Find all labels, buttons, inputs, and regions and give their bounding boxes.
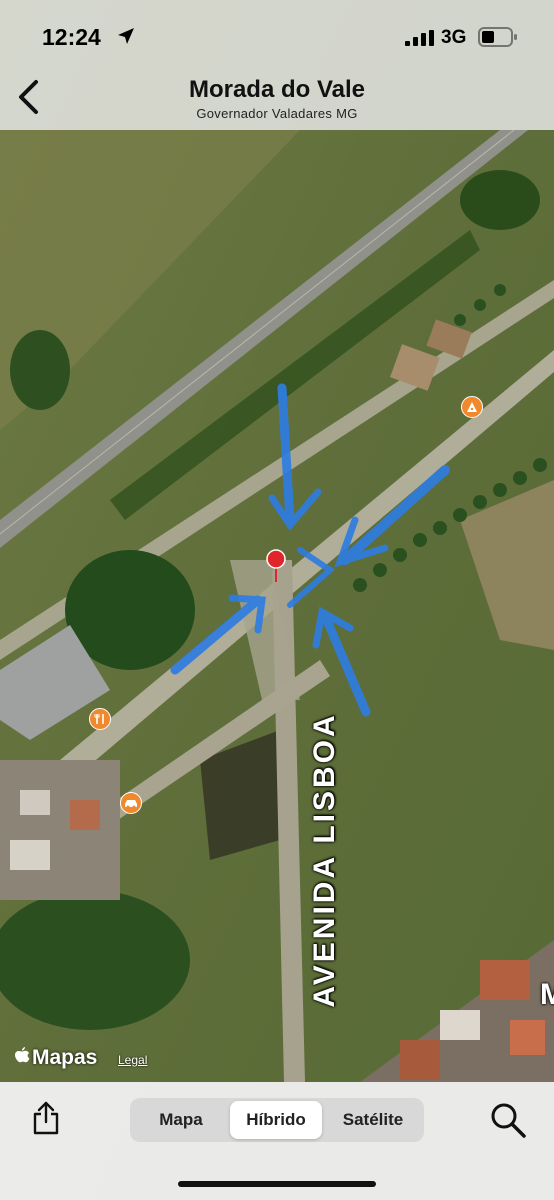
street-label: AVENIDA LISBOA: [308, 712, 341, 1008]
segment-satelite[interactable]: Satélite: [326, 1101, 420, 1139]
satellite-map[interactable]: [0, 0, 554, 1200]
status-time: 12:24: [42, 24, 101, 50]
share-icon: [30, 1101, 62, 1140]
navigation-bar: Morada do Vale Governador Valadares MG: [0, 72, 554, 130]
segment-hibrido[interactable]: Híbrido: [230, 1101, 322, 1139]
segment-mapa[interactable]: Mapa: [134, 1101, 228, 1139]
status-bar: 12:24 3G: [0, 0, 554, 72]
page-title: Morada do Vale: [188, 76, 366, 103]
search-button[interactable]: [488, 1100, 528, 1140]
share-button[interactable]: [30, 1100, 62, 1136]
home-indicator[interactable]: [178, 1181, 376, 1187]
location-arrow-icon: [116, 26, 136, 51]
battery-icon: [478, 27, 518, 52]
map-type-segmented-control: Mapa Híbrido Satélite: [130, 1098, 424, 1142]
network-type: 3G: [441, 27, 467, 48]
magnifier-icon: [488, 1103, 528, 1144]
dropped-pin-icon[interactable]: [265, 548, 287, 582]
restaurant-icon[interactable]: [89, 708, 111, 730]
car-icon[interactable]: [120, 792, 142, 814]
legal-link[interactable]: Legal: [118, 1053, 147, 1067]
signal-bars-icon: [405, 30, 435, 51]
pizza-icon[interactable]: [461, 396, 483, 418]
page-subtitle: Governador Valadares MG: [196, 106, 358, 121]
maps-brand: Mapas: [14, 1046, 97, 1070]
apple-logo-icon: [14, 1046, 30, 1070]
street-label-partial: M: [540, 978, 554, 1011]
brand-text: Mapas: [32, 1046, 98, 1069]
